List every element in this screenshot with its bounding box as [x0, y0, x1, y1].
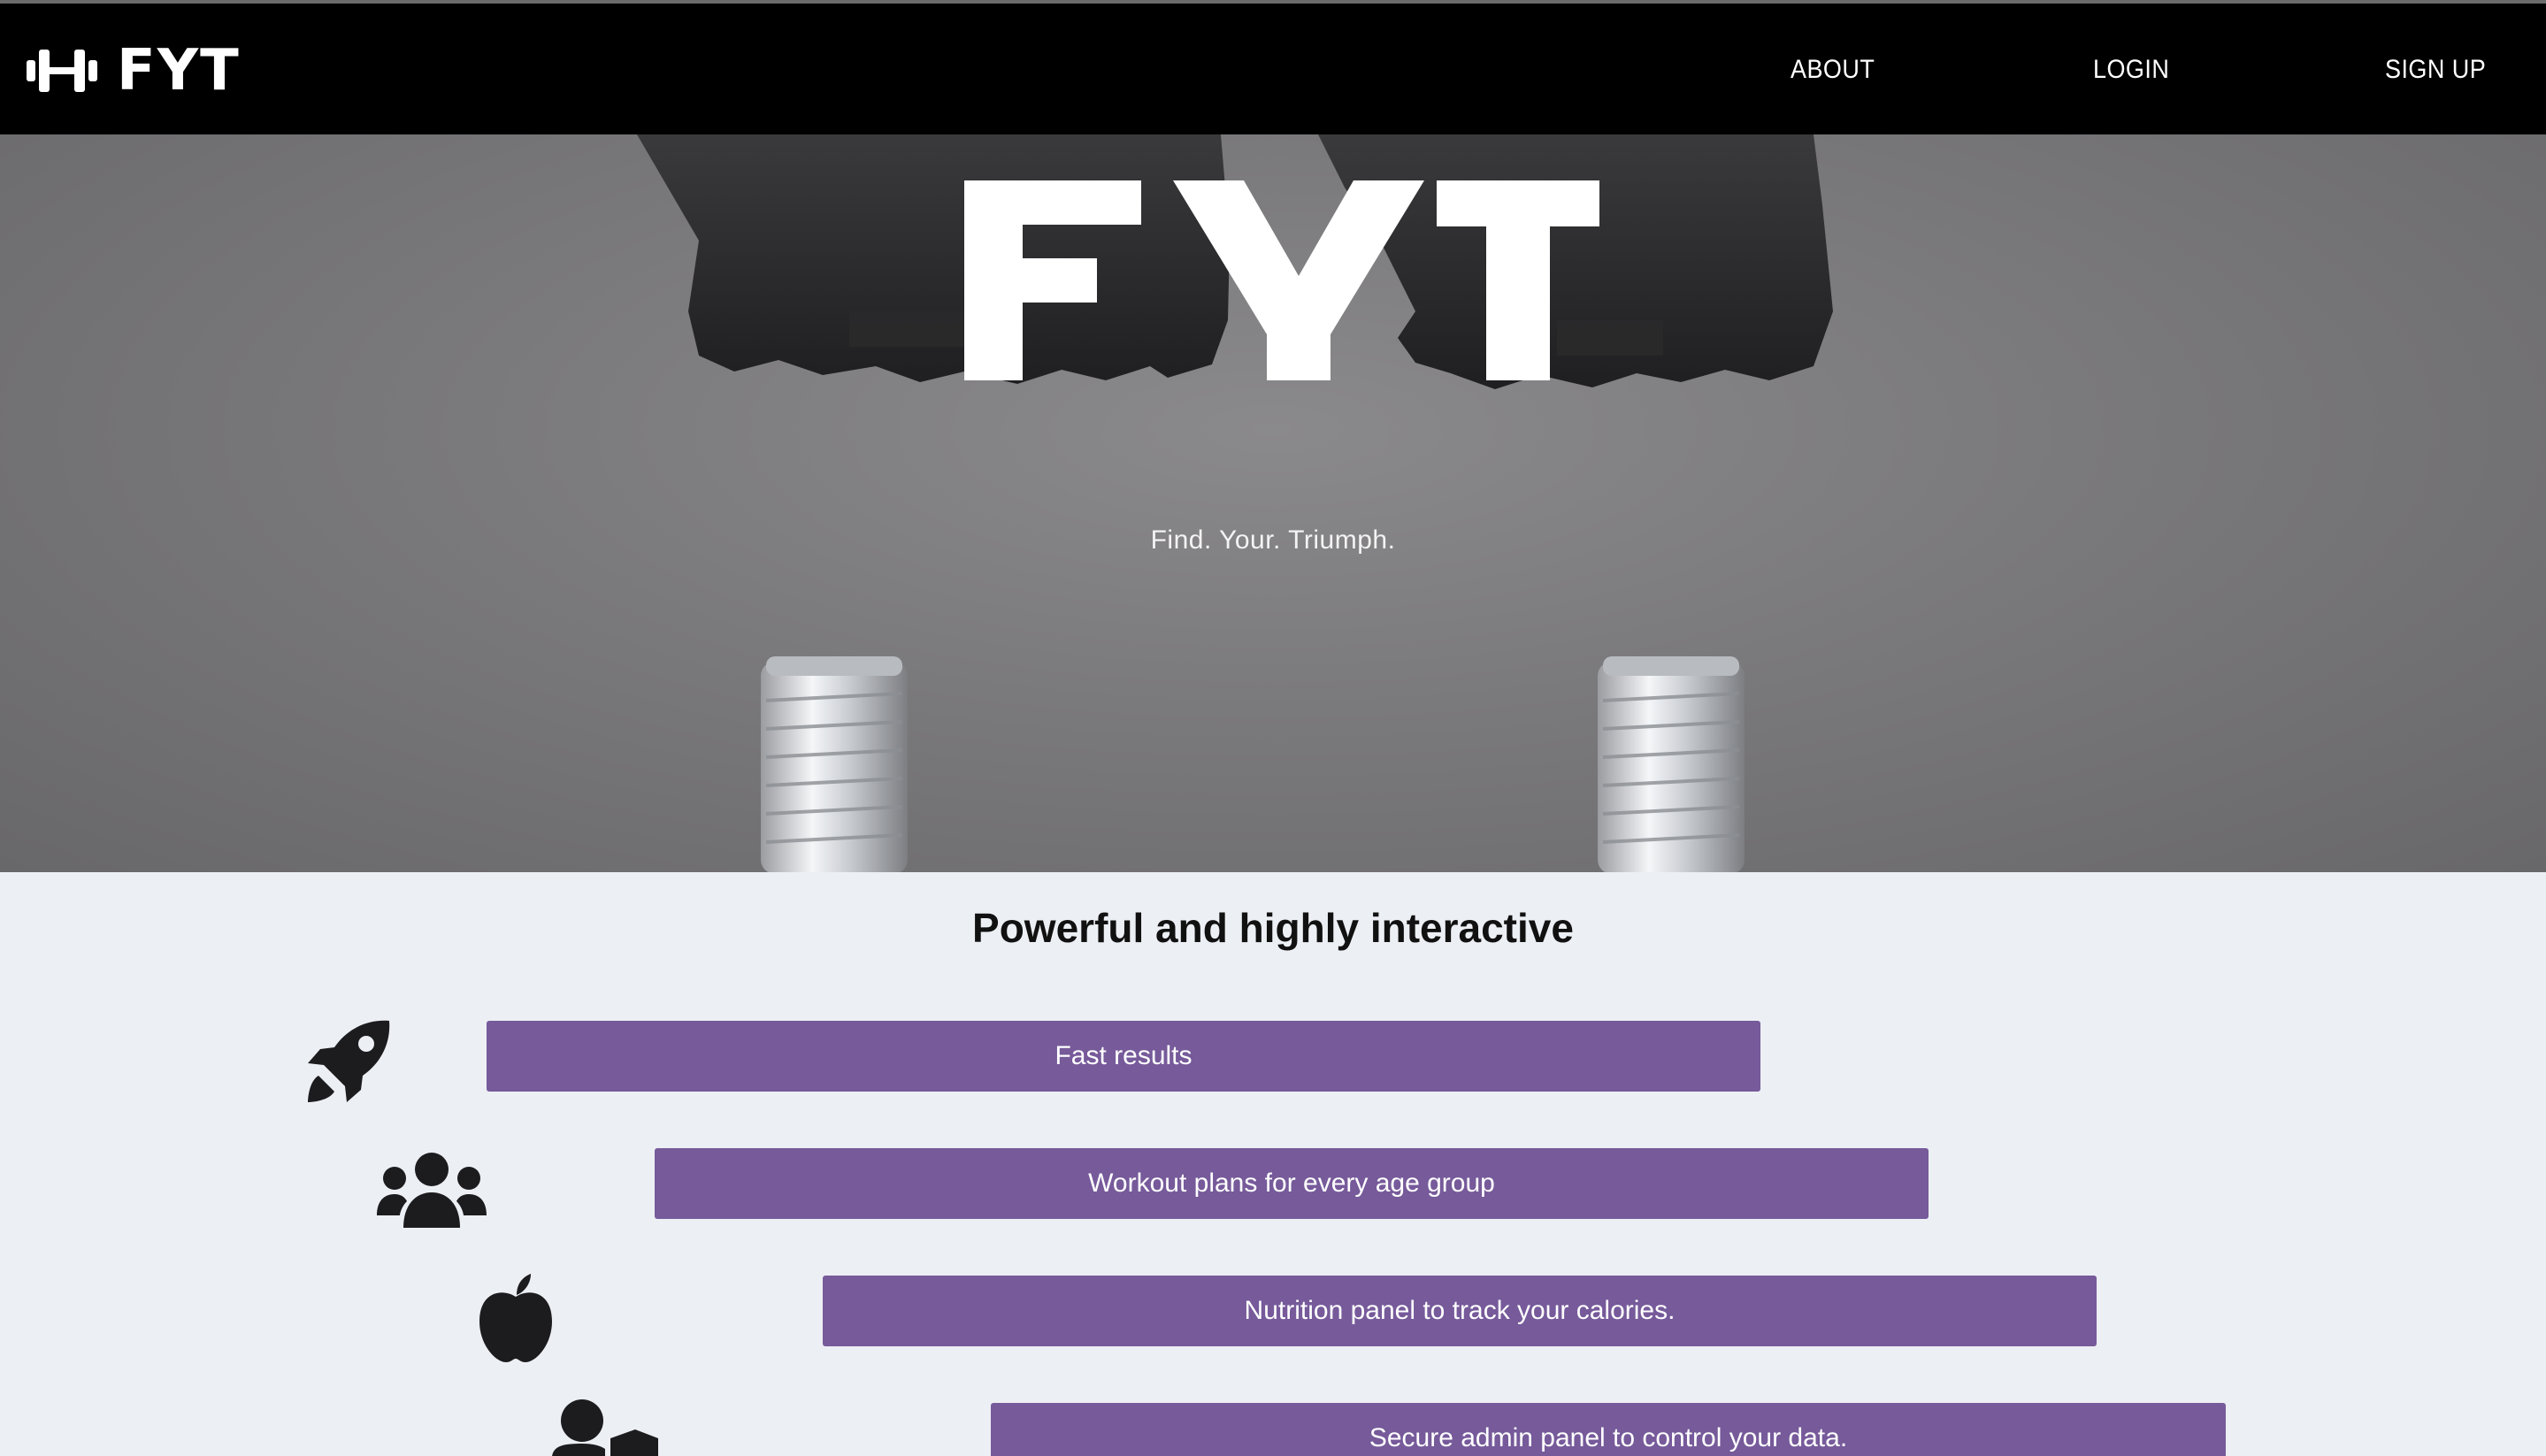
dumbbell-icon	[27, 50, 97, 92]
top-navbar: FYT ABOUT LOGIN SIGN UP	[0, 0, 2546, 134]
rocket-icon	[308, 1020, 390, 1102]
hero-banner: Find. Your. Triumph.	[0, 134, 2546, 872]
logo-text: FYT	[117, 38, 241, 103]
nav-signup-link[interactable]: SIGN UP	[2385, 55, 2486, 85]
feature-admin-panel: Secure admin panel to control your data.	[991, 1403, 2226, 1456]
hero-background-image	[637, 134, 1833, 872]
feature-fast-results: Fast results	[487, 1021, 1760, 1092]
hero-tagline: Find. Your. Triumph.	[1150, 525, 1396, 555]
apple-icon	[479, 1274, 552, 1362]
brand-logo[interactable]: FYT	[27, 42, 241, 99]
feature-workout-plans: Workout plans for every age group	[655, 1148, 1929, 1219]
feature-nutrition-panel: Nutrition panel to track your calories.	[823, 1276, 2097, 1346]
user-shield-icon	[552, 1399, 658, 1456]
nav-login-link[interactable]: LOGIN	[2093, 55, 2169, 85]
features-heading: Powerful and highly interactive	[972, 905, 1574, 951]
nav-about-link[interactable]: ABOUT	[1791, 55, 1875, 85]
users-icon	[377, 1153, 487, 1228]
